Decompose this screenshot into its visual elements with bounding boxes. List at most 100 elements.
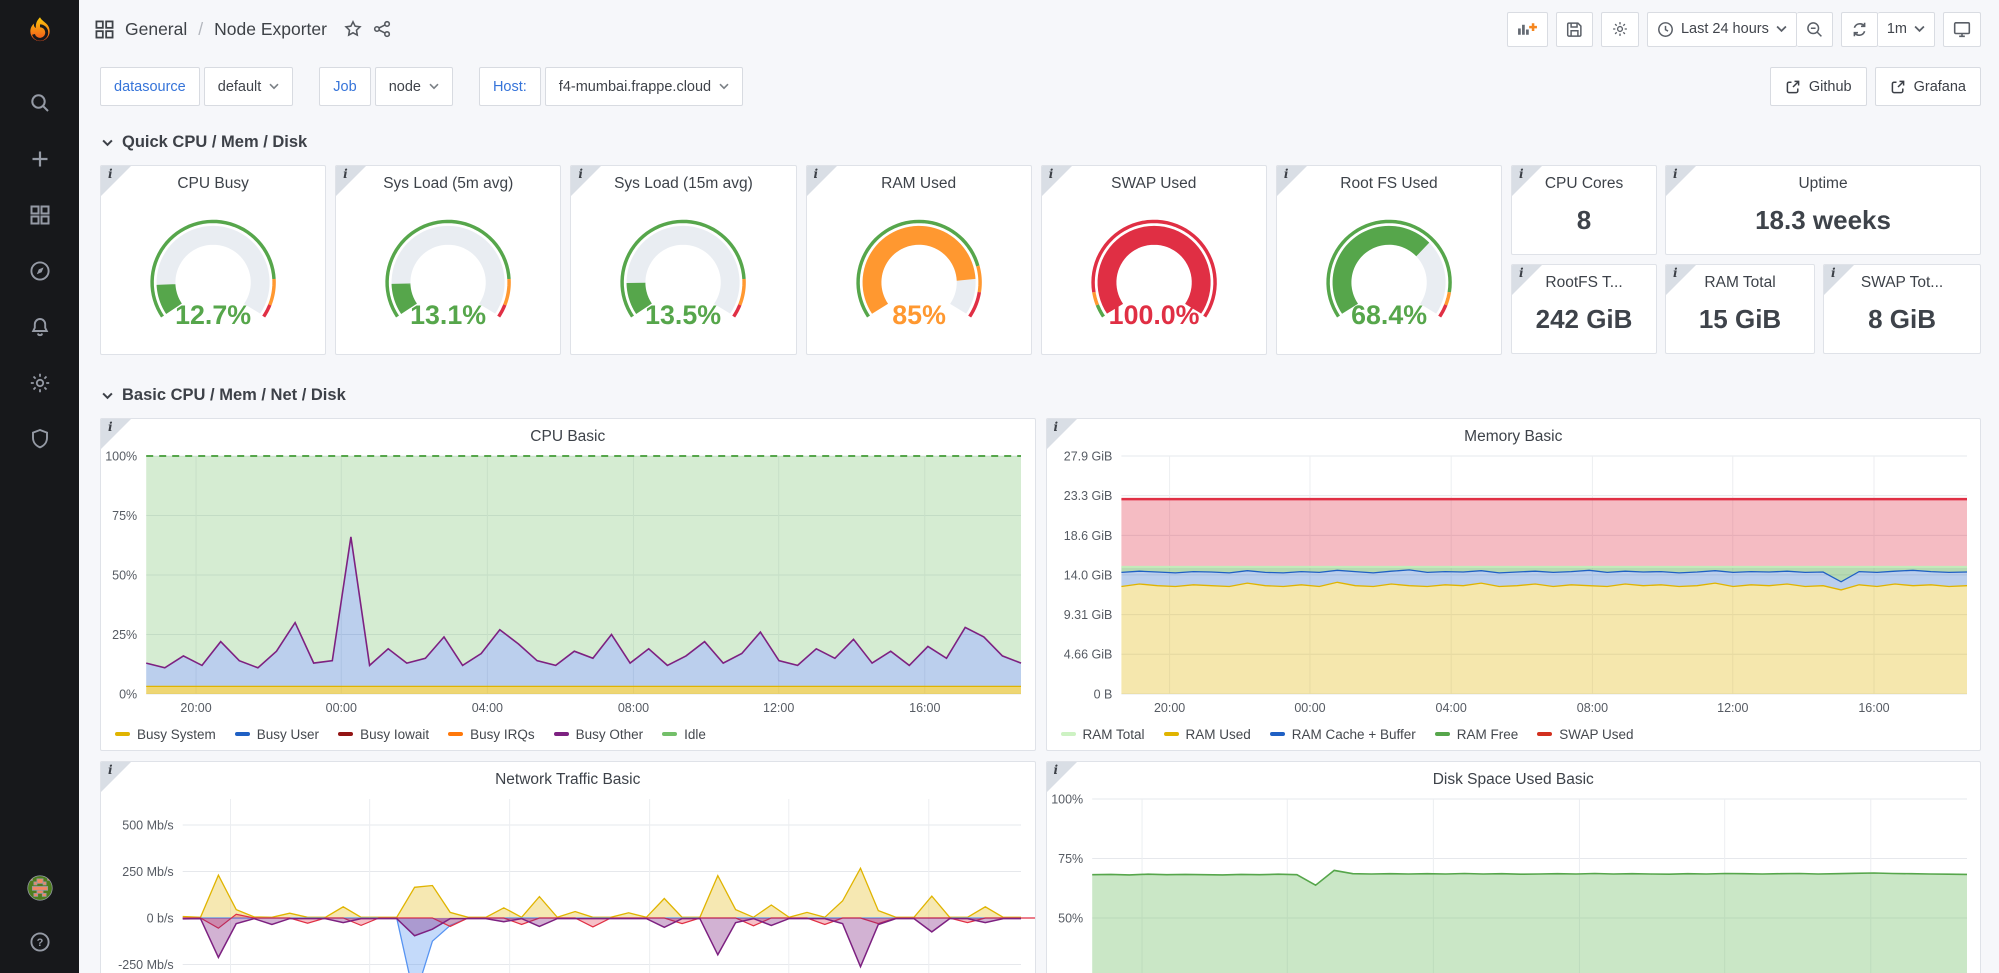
legend-label: RAM Used [1186,727,1251,742]
panel-info-icon[interactable]: i [108,420,113,434]
legend-item-ram-used[interactable]: RAM Used [1164,727,1251,742]
legend-swatch [1164,732,1179,736]
panel-corner [1047,419,1077,449]
configuration-gear-icon[interactable] [27,370,53,396]
panel-info-icon[interactable]: i [1519,167,1524,181]
panel-info-icon[interactable]: i [1049,167,1054,181]
legend-item-busy-irqs[interactable]: Busy IRQs [448,727,535,742]
panel-info-icon[interactable]: i [1673,167,1678,181]
refresh-interval-dropdown[interactable]: 1m [1878,12,1935,47]
filter-host-label[interactable]: Host: [479,67,541,106]
create-plus-icon[interactable] [27,146,53,172]
panel-info-icon[interactable]: i [1284,167,1289,181]
filter-job-value[interactable]: node [375,67,453,106]
legend-swatch [1537,732,1552,736]
time-picker-group: Last 24 hours [1647,12,1833,47]
legend-item-busy-system[interactable]: Busy System [115,727,216,742]
panel-corner [1666,166,1696,196]
legend-swatch [1061,732,1076,736]
legend-label: Busy User [257,727,319,742]
panel-title[interactable]: Network Traffic Basic [101,771,1035,789]
dashboard-settings-button[interactable] [1601,12,1639,47]
panel-info-icon[interactable]: i [108,167,113,181]
legend-item-ram-cache-buffer[interactable]: RAM Cache + Buffer [1270,727,1416,742]
panel-info-icon[interactable]: i [1054,420,1059,434]
legend-item-busy-iowait[interactable]: Busy Iowait [338,727,429,742]
toolbar: Last 24 hours 1m [1507,12,1981,47]
legend-item-ram-total[interactable]: RAM Total [1061,727,1145,742]
cycle-view-mode-button[interactable] [1943,12,1981,47]
panel-info-icon[interactable]: i [1831,266,1836,280]
panel-corner [1047,762,1077,792]
time-range-button[interactable]: Last 24 hours [1647,12,1797,47]
panel-title[interactable]: Root FS Used [1277,175,1501,193]
x-axis-label: 12:00 [1717,701,1748,715]
legend-item-ram-free[interactable]: RAM Free [1435,727,1519,742]
panel-title[interactable]: Memory Basic [1047,428,1981,446]
grafana-link-button[interactable]: Grafana [1875,67,1981,106]
search-icon[interactable] [27,90,53,116]
share-icon[interactable] [373,20,391,38]
legend-item-busy-user[interactable]: Busy User [235,727,319,742]
filter-datasource-value[interactable]: default [204,67,294,106]
zoom-out-button[interactable] [1797,12,1833,47]
panel-disk-space-used-basic: iDisk Space Used Basic100%75%50%25%0%20:… [1046,761,1982,973]
server-admin-shield-icon[interactable] [27,426,53,452]
dashboards-icon[interactable] [27,202,53,228]
panel-swap-used: iSWAP Used100.0% [1041,165,1267,355]
x-axis-label: 12:00 [763,701,794,715]
panel-info-icon[interactable]: i [343,167,348,181]
help-icon[interactable]: ? [27,929,53,955]
panel-title[interactable]: Sys Load (5m avg) [336,175,560,193]
alerting-bell-icon[interactable] [27,314,53,340]
section-basic-cpu-mem-net-disk[interactable]: Basic CPU / Mem / Net / Disk [102,386,1981,405]
y-axis-label: 25% [112,628,137,642]
panel-title[interactable]: CPU Basic [101,428,1035,446]
panel-info-icon[interactable]: i [108,763,113,777]
panel-title[interactable]: RAM Used [807,175,1031,193]
panel-cpu-basic: iCPU Basic100%75%50%25%0%20:0000:0004:00… [100,418,1036,751]
panel-info-icon[interactable]: i [814,167,819,181]
filter-job-label[interactable]: Job [319,67,370,106]
series-area [1121,582,1967,694]
panel-info-icon[interactable]: i [1673,266,1678,280]
panel-rootfs-t: iRootFS T...242 GiB [1511,264,1657,354]
panel-info-icon[interactable]: i [578,167,583,181]
save-dashboard-button[interactable] [1556,12,1593,47]
refresh-button[interactable] [1841,12,1878,47]
star-icon[interactable] [344,20,362,38]
legend-item-busy-other[interactable]: Busy Other [554,727,644,742]
panel-title[interactable]: CPU Busy [101,175,325,193]
user-avatar[interactable] [27,875,53,901]
github-link-button[interactable]: Github [1770,67,1867,106]
explore-compass-icon[interactable] [27,258,53,284]
breadcrumb-section[interactable]: General [125,19,187,40]
panel-title[interactable]: SWAP Used [1042,175,1266,193]
chart-legend: Busy System Busy User Busy Iowait Busy IRQs… [101,718,1035,750]
x-axis-label: 16:00 [1858,701,1889,715]
panel-title[interactable]: Uptime [1666,175,1980,193]
breadcrumb-page[interactable]: Node Exporter [214,19,327,40]
filter-host: Host: f4-mumbai.frappe.cloud [479,67,743,106]
section-quick-cpu-mem-disk[interactable]: Quick CPU / Mem / Disk [102,133,1981,152]
filter-datasource: datasource default [100,67,293,106]
top-nav: General / Node Exporter L [79,0,1999,58]
filter-host-value[interactable]: f4-mumbai.frappe.cloud [545,67,743,106]
dashboard: Quick CPU / Mem / Disk iCPU Busy12.7%iSy… [79,133,1999,973]
panel-info-icon[interactable]: i [1519,266,1524,280]
filter-datasource-label[interactable]: datasource [100,67,200,106]
stat-value: 15 GiB [1666,292,1814,353]
panel-title[interactable]: Sys Load (15m avg) [571,175,795,193]
legend-item-idle[interactable]: Idle [662,727,706,742]
dashboard-grid-icon[interactable] [95,20,114,39]
panel-info-icon[interactable]: i [1054,763,1059,777]
x-axis-label: 04:00 [472,701,503,715]
legend-item-swap-used[interactable]: SWAP Used [1537,727,1633,742]
panel-title[interactable]: Disk Space Used Basic [1047,771,1981,789]
filter-bar: datasource default Job node Host: f4-mum… [100,67,1981,106]
gauge: 100.0% [1042,193,1266,354]
add-panel-button[interactable] [1507,12,1548,47]
x-axis-label: 20:00 [1153,701,1184,715]
refresh-group: 1m [1841,12,1935,47]
grafana-logo-icon[interactable] [21,14,59,52]
